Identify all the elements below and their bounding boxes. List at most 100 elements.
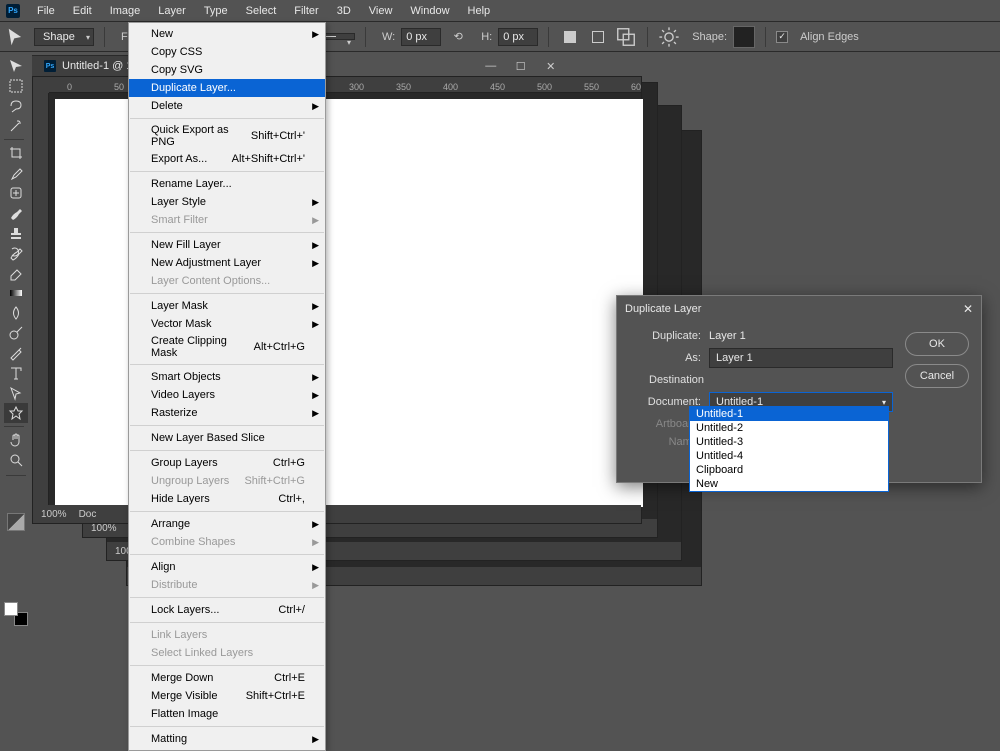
tool-brush[interactable]	[4, 203, 28, 223]
menu-item-merge-visible[interactable]: Merge VisibleShift+Ctrl+E	[129, 687, 325, 705]
window-minimize-icon[interactable]: —	[477, 56, 505, 76]
menu-item-merge-down[interactable]: Merge DownCtrl+E	[129, 669, 325, 687]
tool-path-select[interactable]	[4, 383, 28, 403]
path-ops-icon[interactable]	[559, 26, 581, 48]
tools-panel	[0, 52, 32, 535]
ps-mini-icon: Ps	[44, 60, 56, 72]
menu-item-copy-css[interactable]: Copy CSS	[129, 43, 325, 61]
link-wh-icon[interactable]: ⟲	[447, 26, 469, 48]
menu-item-flatten-image[interactable]: Flatten Image	[129, 705, 325, 723]
height-input[interactable]: 0 px	[498, 28, 538, 46]
ok-button[interactable]: OK	[905, 332, 969, 356]
menu-item-new-layer-based-slice[interactable]: New Layer Based Slice	[129, 429, 325, 447]
tool-gradient[interactable]	[4, 283, 28, 303]
menu-item-layer-style[interactable]: Layer Style▶	[129, 193, 325, 211]
layer-menu: New▶Copy CSSCopy SVGDuplicate Layer...De…	[128, 22, 326, 751]
menu-item-vector-mask[interactable]: Vector Mask▶	[129, 315, 325, 333]
tool-history-brush[interactable]	[4, 243, 28, 263]
as-input[interactable]: Layer 1	[709, 348, 893, 368]
menu-item-group-layers[interactable]: Group LayersCtrl+G	[129, 454, 325, 472]
menu-file[interactable]: File	[28, 2, 64, 20]
tool-dodge[interactable]	[4, 323, 28, 343]
foreground-swatch[interactable]	[4, 602, 18, 616]
menu-item-create-clipping-mask[interactable]: Create Clipping MaskAlt+Ctrl+G	[129, 333, 325, 361]
tool-type[interactable]	[4, 363, 28, 383]
ruler-tick: 500	[537, 82, 552, 92]
tool-stamp[interactable]	[4, 223, 28, 243]
tool-eyedropper[interactable]	[4, 163, 28, 183]
tool-move[interactable]	[4, 56, 28, 76]
path-arrange-icon[interactable]	[615, 26, 637, 48]
window-close-icon[interactable]: ✕	[537, 56, 565, 76]
tool-healing[interactable]	[4, 183, 28, 203]
menu-help[interactable]: Help	[459, 2, 500, 20]
align-edges-label: Align Edges	[800, 31, 859, 43]
menu-view[interactable]: View	[360, 2, 402, 20]
zoom-value: 100%	[91, 523, 117, 534]
menu-item-combine-shapes: Combine Shapes▶	[129, 533, 325, 551]
menu-item-delete[interactable]: Delete▶	[129, 97, 325, 115]
menu-item-smart-objects[interactable]: Smart Objects▶	[129, 368, 325, 386]
menu-item-align[interactable]: Align▶	[129, 558, 325, 576]
tool-marquee[interactable]	[4, 76, 28, 96]
combo-option[interactable]: New	[690, 477, 888, 491]
window-maximize-icon[interactable]: ☐	[507, 56, 535, 76]
combo-option[interactable]: Untitled-1	[690, 407, 888, 421]
menu-image[interactable]: Image	[101, 2, 150, 20]
menu-edit[interactable]: Edit	[64, 2, 101, 20]
menu-item-new-adjustment-layer[interactable]: New Adjustment Layer▶	[129, 254, 325, 272]
combo-option[interactable]: Untitled-3	[690, 435, 888, 449]
menu-item-copy-svg[interactable]: Copy SVG	[129, 61, 325, 79]
menu-item-quick-export-as-png[interactable]: Quick Export as PNGShift+Ctrl+'	[129, 122, 325, 150]
dialog-title: Duplicate Layer	[625, 303, 701, 315]
menu-filter[interactable]: Filter	[285, 2, 327, 20]
menu-item-video-layers[interactable]: Video Layers▶	[129, 386, 325, 404]
zoom-value[interactable]: 100%	[41, 509, 67, 520]
menu-item-export-as[interactable]: Export As...Alt+Shift+Ctrl+'	[129, 150, 325, 168]
tool-pen[interactable]	[4, 343, 28, 363]
menu-item-rasterize[interactable]: Rasterize▶	[129, 404, 325, 422]
quick-mask-icon[interactable]	[7, 513, 25, 531]
tool-wand[interactable]	[4, 116, 28, 136]
ruler-tick: 0	[67, 82, 72, 92]
menu-item-layer-mask[interactable]: Layer Mask▶	[129, 297, 325, 315]
menu-item-hide-layers[interactable]: Hide LayersCtrl+,	[129, 490, 325, 508]
cancel-button[interactable]: Cancel	[905, 364, 969, 388]
menu-layer[interactable]: Layer	[149, 2, 195, 20]
tool-preset-icon[interactable]	[6, 26, 28, 48]
menu-window[interactable]: Window	[401, 2, 458, 20]
menu-item-new[interactable]: New▶	[129, 25, 325, 43]
document-statusbar: 100% Doc	[33, 505, 641, 523]
menu-item-matting[interactable]: Matting▶	[129, 730, 325, 748]
color-swatches[interactable]	[4, 602, 28, 626]
path-align-icon[interactable]	[587, 26, 609, 48]
tool-eraser[interactable]	[4, 263, 28, 283]
shape-mode-select[interactable]: Shape▾	[34, 28, 94, 46]
combo-option[interactable]: Untitled-2	[690, 421, 888, 435]
close-icon[interactable]: ✕	[963, 302, 973, 316]
menu-select[interactable]: Select	[237, 2, 286, 20]
ruler-tick: 550	[584, 82, 599, 92]
app-icon: Ps	[6, 4, 20, 18]
custom-shape-thumb[interactable]	[733, 26, 755, 48]
menu-3d[interactable]: 3D	[328, 2, 360, 20]
dialog-titlebar[interactable]: Duplicate Layer ✕	[617, 296, 981, 322]
align-edges-checkbox[interactable]: ✓	[776, 31, 788, 43]
combo-option[interactable]: Clipboard	[690, 463, 888, 477]
menu-item-arrange[interactable]: Arrange▶	[129, 515, 325, 533]
tool-blur[interactable]	[4, 303, 28, 323]
width-input[interactable]: 0 px	[401, 28, 441, 46]
tool-lasso[interactable]	[4, 96, 28, 116]
tool-hand[interactable]	[4, 430, 28, 450]
tool-zoom[interactable]	[4, 450, 28, 470]
gear-icon[interactable]	[658, 26, 680, 48]
menu-item-duplicate-layer[interactable]: Duplicate Layer...	[129, 79, 325, 97]
menu-item-rename-layer[interactable]: Rename Layer...	[129, 175, 325, 193]
menu-item-lock-layers[interactable]: Lock Layers...Ctrl+/	[129, 601, 325, 619]
tool-shape[interactable]	[4, 403, 28, 423]
tool-crop[interactable]	[4, 143, 28, 163]
menu-item-smart-filter: Smart Filter▶	[129, 211, 325, 229]
menu-item-new-fill-layer[interactable]: New Fill Layer▶	[129, 236, 325, 254]
combo-option[interactable]: Untitled-4	[690, 449, 888, 463]
menu-type[interactable]: Type	[195, 2, 237, 20]
